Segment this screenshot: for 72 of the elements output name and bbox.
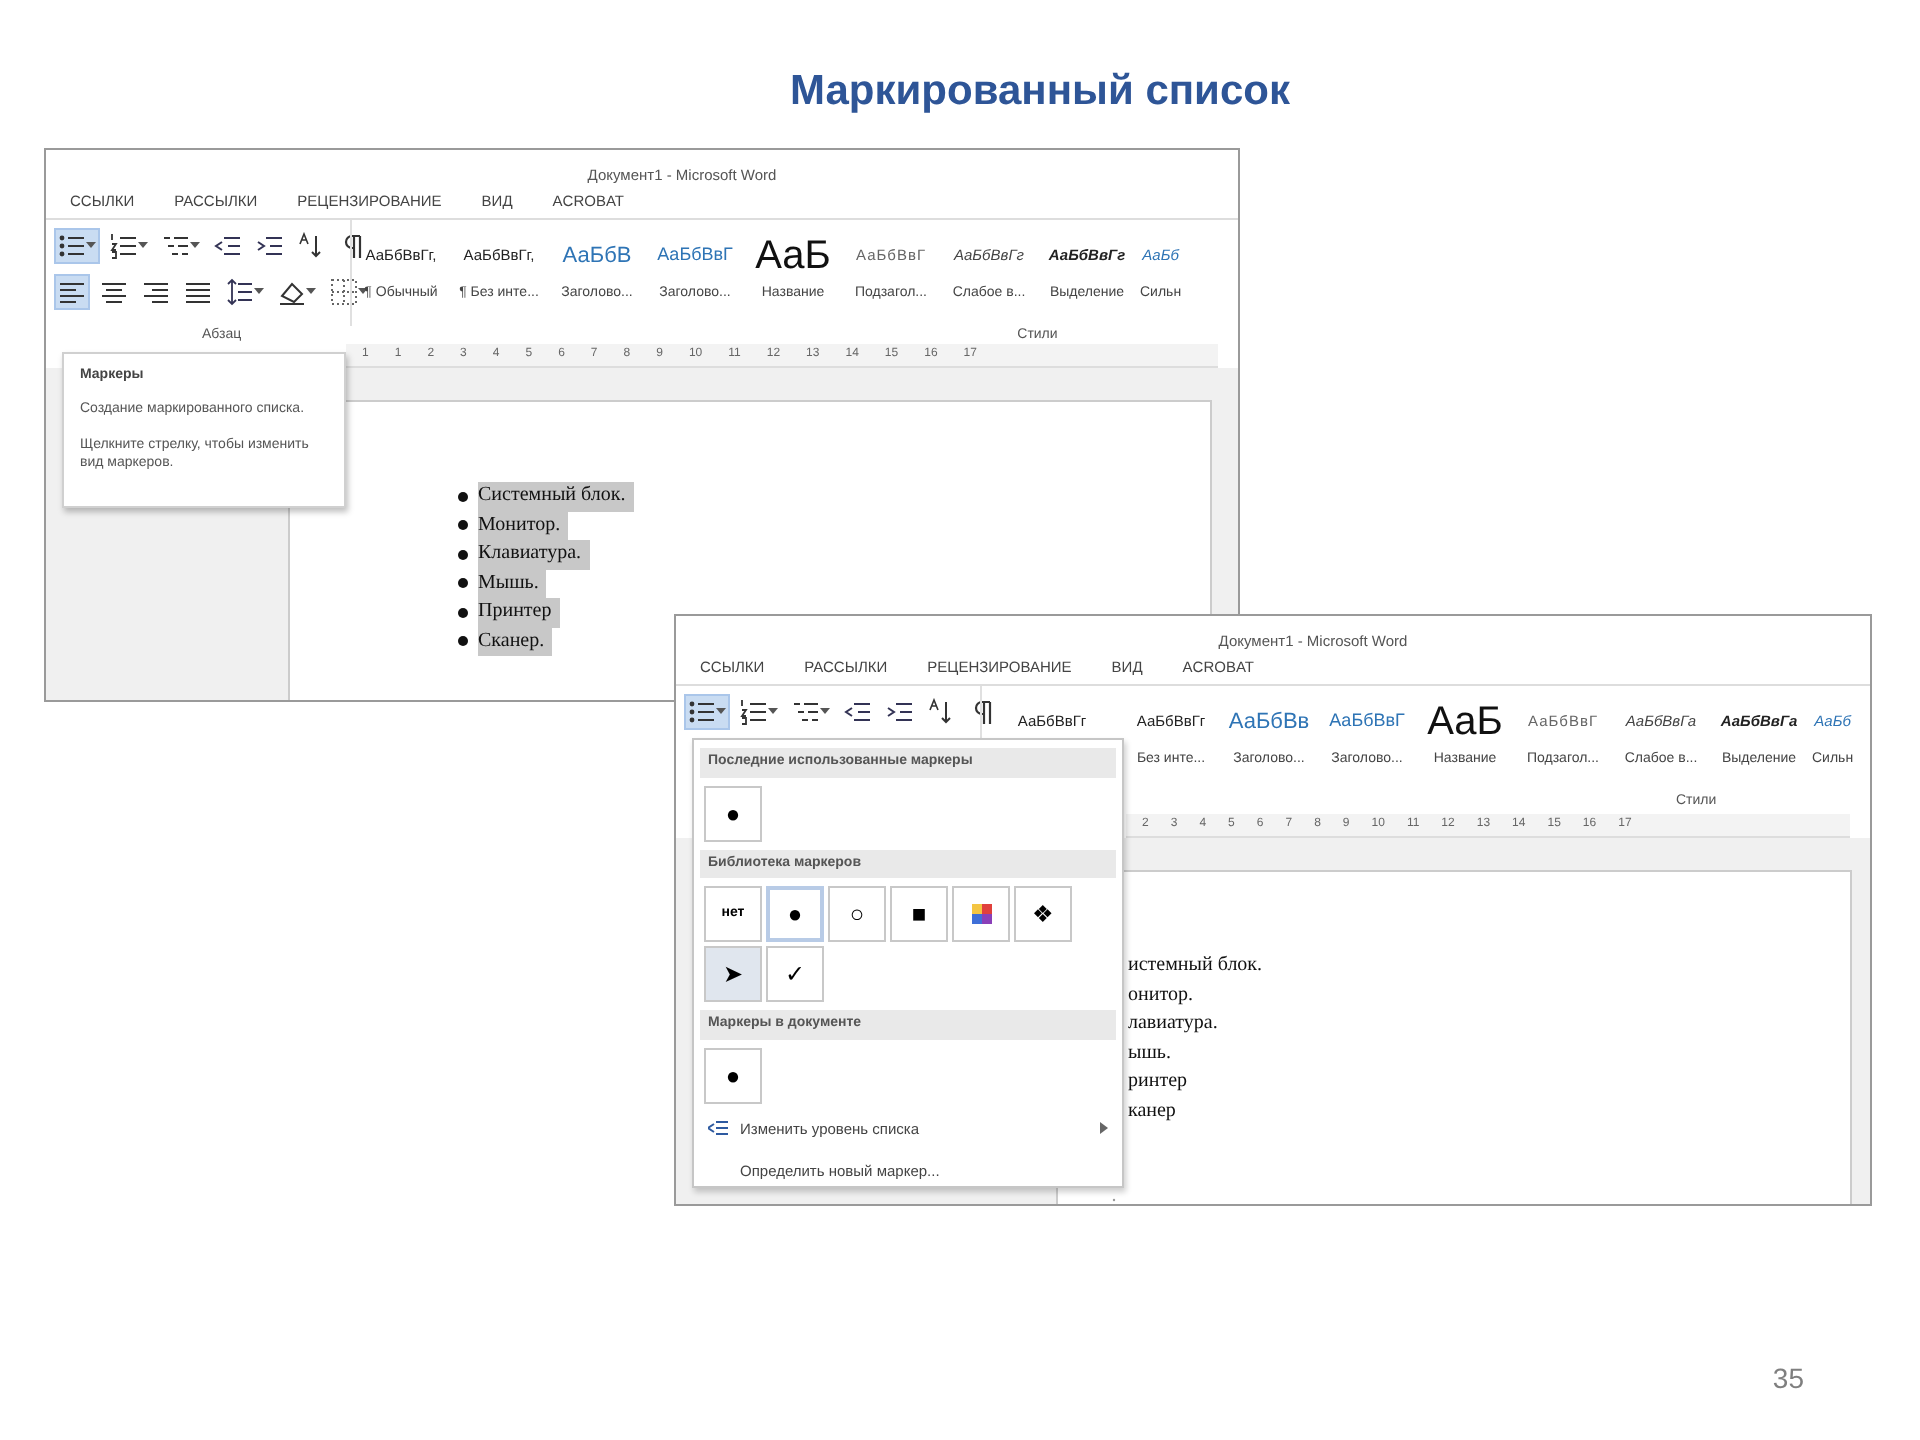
line-spacing-icon [226, 278, 254, 306]
caret-icon [190, 242, 200, 250]
list-item-text: истемный блок. [1128, 952, 1265, 980]
caret-icon [768, 708, 778, 716]
list-item-text: канер [1128, 1097, 1178, 1125]
decrease-indent-icon [844, 698, 872, 726]
style-sample[interactable]: АаБбВвГ [657, 228, 733, 284]
bullet-option[interactable]: ● [704, 785, 762, 841]
list-item-text: Мышь. [478, 569, 547, 598]
bullet-icon [458, 636, 468, 647]
sort-icon [298, 232, 326, 260]
style-sample[interactable]: АаБбВ [562, 228, 632, 284]
bullet-icon [458, 549, 468, 560]
slide-title: Маркированный список [788, 66, 1292, 118]
caret-icon [138, 242, 148, 250]
bullet-icon [458, 578, 468, 589]
bullet-option[interactable]: ● [704, 1047, 762, 1103]
list-item-text: Принтер [478, 598, 560, 627]
line-spacing-button[interactable] [222, 274, 268, 310]
bullet-list-icon [58, 232, 86, 260]
bullet-list-icon [688, 698, 716, 726]
bullet-icon [458, 491, 468, 502]
style-sample[interactable]: АаБ [755, 228, 831, 284]
page-number: 35 [1772, 1360, 1804, 1398]
numbered-list-icon [740, 698, 768, 726]
bullet-option[interactable]: ➤ [704, 946, 762, 1002]
list-item-text: Клавиатура. [478, 540, 590, 569]
list-level-icon [708, 1120, 728, 1137]
list-item-text: лавиатура. [1128, 1010, 1220, 1038]
bullet-option[interactable]: ❖ [1014, 886, 1072, 942]
bullet-option[interactable]: ● [766, 886, 824, 942]
bullet-option[interactable]: ■ [890, 886, 948, 942]
caret-icon [86, 242, 96, 250]
caret-icon [716, 708, 726, 716]
justify-icon [184, 278, 212, 306]
align-left-button[interactable] [54, 274, 90, 310]
increase-indent-icon [256, 232, 284, 260]
caret-icon [254, 288, 264, 296]
list-item-text: ышь. [1128, 1039, 1173, 1067]
list-item-text: ринтер [1128, 1068, 1190, 1096]
style-sample[interactable]: АаБ [1427, 694, 1503, 750]
shading-icon [278, 278, 306, 306]
align-center-icon [100, 278, 128, 306]
bullet-option[interactable] [952, 886, 1010, 942]
caret-icon [358, 288, 368, 296]
numbered-list-button[interactable] [106, 228, 152, 264]
style-sample[interactable]: АаБбВвГ [1329, 694, 1405, 750]
numbered-list-icon [110, 232, 138, 260]
list-item-text: Сканер. [478, 627, 553, 656]
bullet-option[interactable]: ✓ [766, 946, 824, 1002]
bullet-list-button[interactable] [54, 228, 100, 264]
bullet-icon [458, 607, 468, 618]
borders-icon [330, 278, 358, 306]
caret-icon [306, 288, 316, 296]
list-item-text: Монитор. [478, 511, 569, 540]
bullet-icon [458, 520, 468, 531]
decrease-indent-icon [214, 232, 242, 260]
align-left-icon [58, 278, 86, 306]
sort-icon [928, 698, 956, 726]
multilevel-list-icon [792, 698, 820, 726]
list-item-text: онитор. [1128, 981, 1195, 1009]
increase-indent-icon [886, 698, 914, 726]
align-right-icon [142, 278, 170, 306]
caret-icon [820, 708, 830, 716]
numbered-list-button[interactable] [736, 694, 782, 730]
bullet-option[interactable]: ○ [828, 886, 886, 942]
style-sample[interactable]: АаБбВв [1228, 694, 1310, 750]
bullet-list-button[interactable] [684, 694, 730, 730]
submenu-arrow-icon [1100, 1122, 1108, 1135]
colored-square-icon [971, 904, 991, 924]
list-item-text: Системный блок. [478, 482, 634, 511]
multilevel-list-icon [162, 232, 190, 260]
